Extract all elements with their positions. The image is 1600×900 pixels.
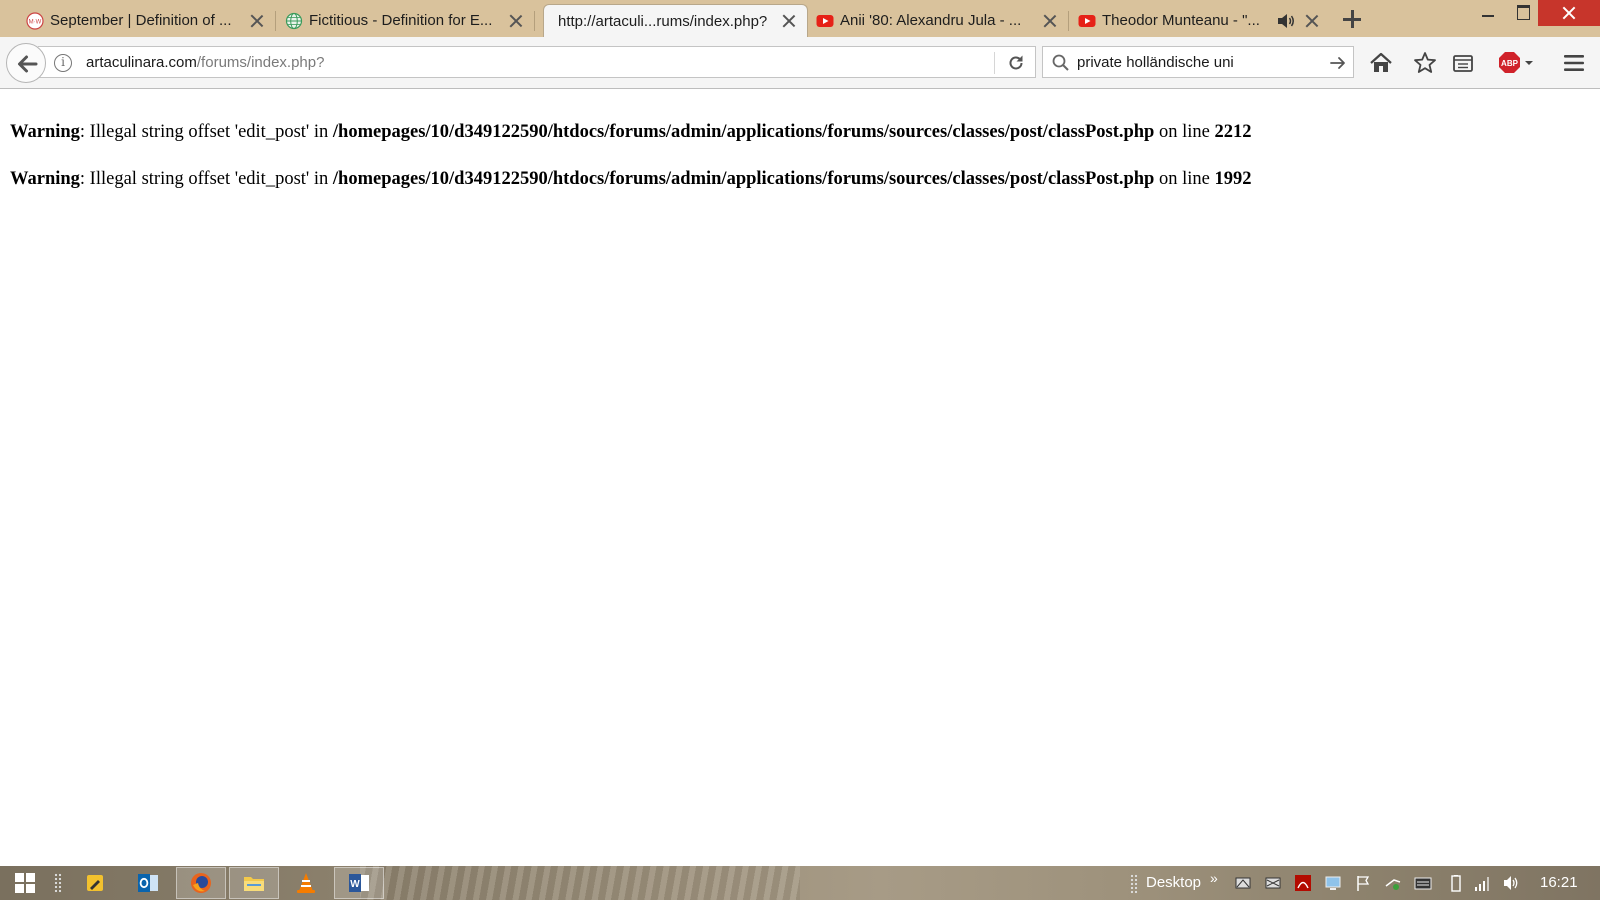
tab-title: Fictitious - Definition for E... xyxy=(309,12,493,29)
word-icon: W xyxy=(349,874,369,892)
tab-anii-80[interactable]: Anii '80: Alexandru Jula - ... xyxy=(810,4,1069,37)
reading-list-icon[interactable] xyxy=(1450,50,1476,76)
taskbar-app-explorer[interactable] xyxy=(229,867,279,899)
warning-message: : Illegal string offset 'edit_post' in xyxy=(79,122,333,142)
wifi-signal-icon[interactable] xyxy=(1473,874,1491,892)
site-info-icon[interactable]: i xyxy=(54,54,72,72)
url-domain: artaculinara.com xyxy=(86,54,197,71)
pencil-tool-icon xyxy=(87,875,103,891)
youtube-icon xyxy=(816,15,834,27)
tab-title: Anii '80: Alexandru Jula - ... xyxy=(840,12,1022,29)
search-icon xyxy=(1052,54,1069,71)
hamburger-menu-icon[interactable] xyxy=(1561,50,1587,76)
search-bar[interactable]: private holländische uni xyxy=(1042,46,1354,78)
warning-on-line: on line xyxy=(1154,169,1215,189)
safely-remove-hardware-icon[interactable] xyxy=(1384,874,1402,892)
tab-active-forum[interactable]: http://artaculi...rums/index.php? xyxy=(543,4,808,37)
taskbar-app-vlc[interactable] xyxy=(288,866,324,900)
warning-file-path: /homepages/10/d349122590/htdocs/forums/a… xyxy=(332,169,1155,189)
adblock-plus-icon[interactable]: ABP xyxy=(1497,50,1537,76)
tab-strip: M·W September | Definition of ... Fictit… xyxy=(0,0,1600,37)
new-tab-button[interactable] xyxy=(1341,8,1363,30)
windows-logo-icon xyxy=(15,873,35,893)
system-clock[interactable]: 16:21 xyxy=(1540,874,1578,891)
close-tab-icon[interactable] xyxy=(1304,13,1320,29)
speaker-icon[interactable] xyxy=(1276,12,1296,30)
vlc-icon xyxy=(297,873,315,893)
display-settings-icon[interactable] xyxy=(1324,874,1342,892)
acrobat-icon[interactable] xyxy=(1294,874,1312,892)
quick-launch-icon[interactable] xyxy=(82,866,108,900)
tab-theodor-munteanu[interactable]: Theodor Munteanu - "... xyxy=(1072,4,1330,37)
warning-label: Warning xyxy=(10,122,80,142)
bookmark-star-icon[interactable] xyxy=(1412,50,1438,76)
tab-title: September | Definition of ... xyxy=(50,12,232,29)
tab-title: Theodor Munteanu - "... xyxy=(1102,12,1260,29)
warning-file-path: /homepages/10/d349122590/htdocs/forums/a… xyxy=(332,122,1155,142)
search-input[interactable]: private holländische uni xyxy=(1077,54,1234,71)
svg-text:W: W xyxy=(350,879,360,890)
url-divider xyxy=(994,52,995,74)
keyboard-icon[interactable] xyxy=(1414,874,1432,892)
taskbar-app-word[interactable]: W xyxy=(334,867,384,899)
toolbar-grip xyxy=(1130,874,1138,894)
svg-text:M·W: M·W xyxy=(29,20,42,26)
taskbar-app-outlook[interactable] xyxy=(130,866,166,900)
taskbar-grip xyxy=(52,866,64,900)
url-text[interactable]: artaculinara.com/forums/index.php? xyxy=(86,54,324,71)
tab-september[interactable]: M·W September | Definition of ... xyxy=(20,4,276,37)
file-explorer-icon xyxy=(244,877,264,891)
back-button[interactable] xyxy=(6,43,46,83)
warning-line-number: 2212 xyxy=(1214,122,1252,142)
battery-icon[interactable] xyxy=(1447,874,1465,892)
windows-taskbar: W Desktop » 16:21 xyxy=(0,866,1600,900)
warning-line-number: 1992 xyxy=(1214,169,1252,189)
tab-title: http://artaculi...rums/index.php? xyxy=(558,12,768,30)
tray-network-icon[interactable] xyxy=(1234,874,1252,892)
home-icon[interactable] xyxy=(1368,50,1394,76)
taskbar-app-firefox[interactable] xyxy=(176,867,226,899)
chevron-icon[interactable]: » xyxy=(1210,870,1218,886)
volume-icon[interactable] xyxy=(1502,874,1520,892)
desktop-toolbar-label[interactable]: Desktop xyxy=(1146,874,1201,891)
close-tab-icon[interactable] xyxy=(249,13,265,29)
tab-fictitious[interactable]: Fictitious - Definition for E... xyxy=(279,4,535,37)
close-tab-icon[interactable] xyxy=(1042,13,1058,29)
globe-icon xyxy=(285,12,303,30)
firefox-icon xyxy=(191,873,211,893)
warning-message: : Illegal string offset 'edit_post' in xyxy=(79,169,333,189)
navigation-toolbar: i artaculinara.com/forums/index.php? pri… xyxy=(0,37,1600,89)
youtube-icon xyxy=(1078,15,1096,27)
outlook-icon xyxy=(138,874,158,892)
page-content: Warning: Illegal string offset 'edit_pos… xyxy=(0,90,1600,866)
back-arrow-icon xyxy=(18,55,38,73)
start-button[interactable] xyxy=(12,866,38,900)
restore-button[interactable] xyxy=(1508,0,1538,26)
close-tab-icon[interactable] xyxy=(781,13,797,29)
action-center-flag-icon[interactable] xyxy=(1354,874,1372,892)
php-warning: Warning: Illegal string offset 'edit_pos… xyxy=(10,169,1251,190)
minimize-button[interactable] xyxy=(1468,0,1508,26)
tray-app-icon[interactable] xyxy=(1264,874,1282,892)
url-path: /forums/index.php? xyxy=(196,54,325,71)
search-go-arrow-icon[interactable] xyxy=(1329,54,1347,72)
close-tab-icon[interactable] xyxy=(508,13,524,29)
php-warning: Warning: Illegal string offset 'edit_pos… xyxy=(10,122,1251,143)
merriam-webster-icon: M·W xyxy=(26,12,44,30)
address-bar[interactable]: i artaculinara.com/forums/index.php? xyxy=(38,46,1036,78)
close-window-button[interactable] xyxy=(1538,0,1600,26)
warning-on-line: on line xyxy=(1154,122,1215,142)
svg-text:ABP: ABP xyxy=(1501,59,1519,68)
reload-icon[interactable] xyxy=(1006,53,1026,73)
warning-label: Warning xyxy=(10,169,80,189)
